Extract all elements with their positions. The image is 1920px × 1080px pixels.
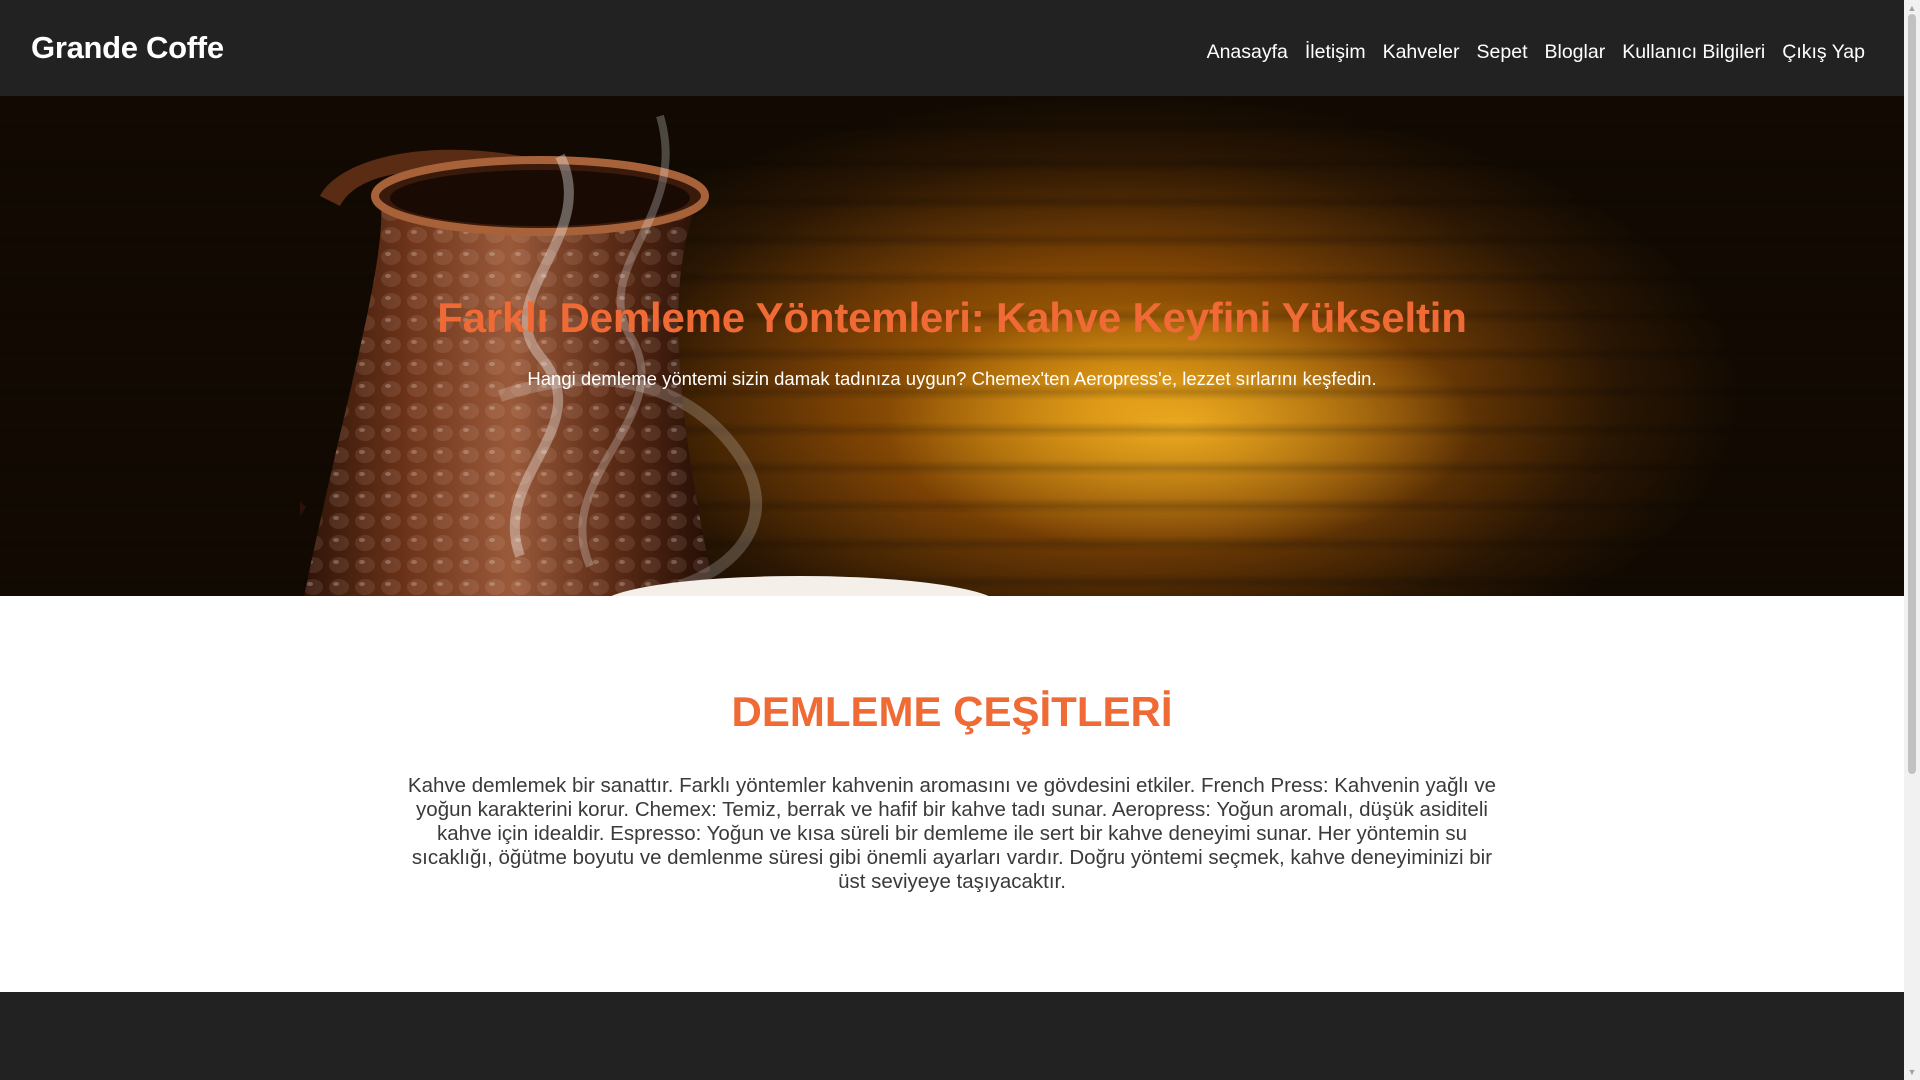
nav-link-anasayfa[interactable]: Anasayfa [1207,41,1288,64]
nav-link-cikis-yap[interactable]: Çıkış Yap [1782,41,1865,64]
scrollbar-thumb[interactable] [1908,14,1916,774]
hero-title: Farklı Demleme Yöntemleri: Kahve Keyfini… [437,294,1467,341]
footer [0,992,1904,1080]
hero-content: Farklı Demleme Yöntemleri: Kahve Keyfini… [0,294,1904,390]
nav-link-iletisim[interactable]: İletişim [1305,41,1366,64]
nav-link-kullanici-bilgileri[interactable]: Kullanıcı Bilgileri [1622,41,1765,64]
navbar: Grande Coffe Anasayfa İletişim Kahveler … [0,0,1904,96]
nav-link-bloglar[interactable]: Bloglar [1545,41,1606,64]
nav-link-kahveler[interactable]: Kahveler [1383,41,1460,64]
coffee-cup-rim [611,576,989,596]
section-text: Kahve demlemek bir sanattır. Farklı yönt… [407,774,1497,893]
brewing-types-section: DEMLEME ÇEŞİTLERİ Kahve demlemek bir san… [0,596,1904,992]
section-title: DEMLEME ÇEŞİTLERİ [731,688,1173,735]
triangle-down-icon[interactable]: ▼ [1904,1064,1920,1080]
page: Grande Coffe Anasayfa İletişim Kahveler … [0,0,1904,1080]
main-nav: Anasayfa İletişim Kahveler Sepet Bloglar… [1207,41,1865,64]
vertical-scrollbar[interactable]: ▲ ▼ [1904,0,1920,1080]
nav-link-sepet[interactable]: Sepet [1477,41,1528,64]
hero-banner: Farklı Demleme Yöntemleri: Kahve Keyfini… [0,96,1904,596]
brand-logo[interactable]: Grande Coffe [31,30,224,66]
hero-subtitle: Hangi demleme yöntemi sizin damak tadını… [527,368,1377,389]
